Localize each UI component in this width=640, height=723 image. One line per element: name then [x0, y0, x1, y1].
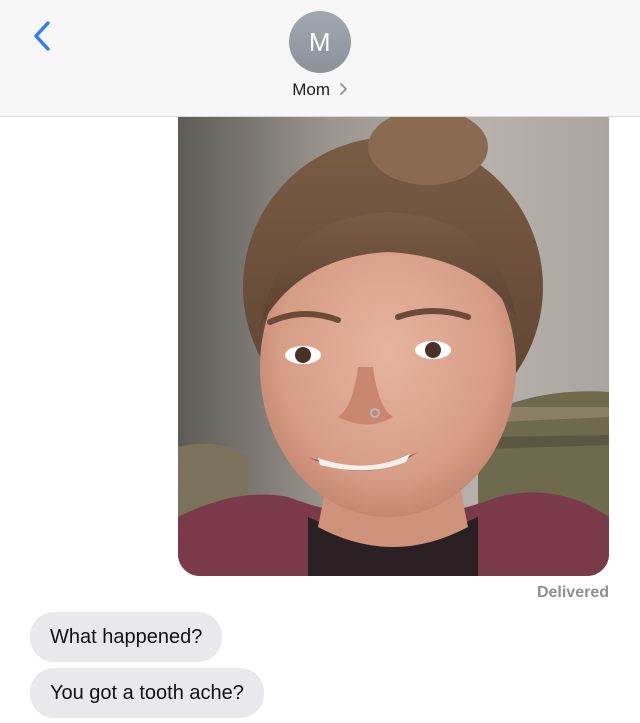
contact-name: Mom — [292, 80, 331, 99]
selfie-photo — [178, 117, 609, 576]
avatar-initial: M — [308, 26, 332, 57]
incoming-message-bubble[interactable]: You got a tooth ache? — [30, 668, 264, 718]
chevron-right-icon — [339, 83, 347, 95]
message-text: You got a tooth ache? — [50, 682, 244, 704]
chevron-left-icon — [34, 21, 50, 51]
sent-photo-message[interactable] — [178, 117, 609, 576]
contact-name-button[interactable]: Mom — [0, 80, 640, 100]
delivery-status: Delivered — [536, 584, 609, 601]
incoming-message-bubble[interactable]: What happened? — [30, 612, 223, 662]
messages-screen: M Mom Delivered What happened? You got a… — [0, 0, 640, 723]
conversation-header: M Mom — [0, 0, 640, 117]
message-text: What happened? — [50, 626, 203, 648]
contact-avatar[interactable]: M — [289, 11, 351, 73]
back-button[interactable] — [22, 14, 62, 58]
